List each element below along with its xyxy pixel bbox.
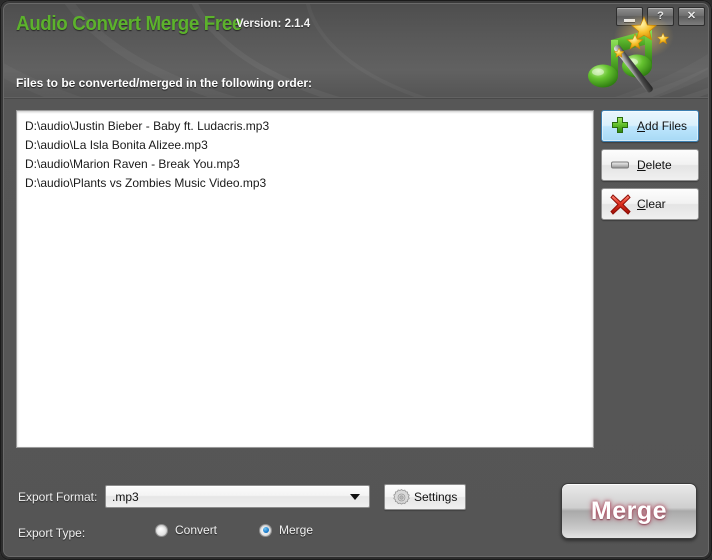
app-title: Audio Convert Merge Free [16, 13, 243, 35]
list-item[interactable]: D:\audio\La Isla Bonita Alizee.mp3 [17, 136, 593, 155]
list-item[interactable]: D:\audio\Plants vs Zombies Music Video.m… [17, 174, 593, 193]
radio-merge[interactable]: Merge [259, 523, 313, 537]
plus-icon [607, 116, 633, 136]
list-item[interactable]: D:\audio\Marion Raven - Break You.mp3 [17, 155, 593, 174]
window-frame-inner: Audio Convert Merge Free Version: 2.1.4 … [3, 3, 709, 557]
settings-button[interactable]: Settings [384, 484, 466, 510]
music-note-magic-wand-logo [578, 10, 686, 96]
main-body: D:\audio\Justin Bieber - Baby ft. Ludacr… [4, 99, 708, 556]
delete-label: Delete [637, 158, 672, 172]
settings-label: Settings [414, 490, 458, 504]
window-header: Audio Convert Merge Free Version: 2.1.4 … [4, 4, 708, 99]
application-window: Audio Convert Merge Free Version: 2.1.4 … [0, 0, 712, 560]
red-x-icon [607, 193, 633, 215]
clear-label: Clear [637, 197, 666, 211]
chevron-down-icon [350, 493, 360, 500]
radio-merge-indicator[interactable] [259, 523, 272, 537]
export-format-select[interactable]: .mp3 [105, 485, 370, 508]
file-list-heading: Files to be converted/merged in the foll… [16, 76, 313, 90]
minus-icon [607, 155, 633, 175]
merge-action-label: Merge [590, 496, 668, 525]
file-list[interactable]: D:\audio\Justin Bieber - Baby ft. Ludacr… [16, 110, 594, 448]
export-format-value: .mp3 [112, 489, 139, 504]
clear-button[interactable]: Clear [601, 188, 699, 220]
radio-convert-label: Convert [175, 523, 218, 537]
app-version-label: Version: 2.1.4 [236, 18, 311, 30]
list-item[interactable]: D:\audio\Justin Bieber - Baby ft. Ludacr… [17, 117, 593, 136]
add-files-label: Add Files [637, 119, 688, 133]
radio-convert-indicator[interactable] [155, 523, 168, 537]
gear-icon [392, 488, 411, 507]
export-type-label: Export Type: [18, 526, 86, 540]
radio-convert[interactable]: Convert [155, 523, 217, 537]
export-format-label: Export Format: [18, 490, 98, 504]
merge-action-button[interactable]: Merge [561, 483, 697, 539]
close-icon: ✕ [686, 10, 697, 22]
radio-merge-label: Merge [279, 523, 314, 537]
delete-button[interactable]: Delete [601, 149, 699, 181]
file-action-buttons: Add Files Delete Clear [601, 110, 699, 227]
add-files-button[interactable]: Add Files [601, 110, 699, 142]
